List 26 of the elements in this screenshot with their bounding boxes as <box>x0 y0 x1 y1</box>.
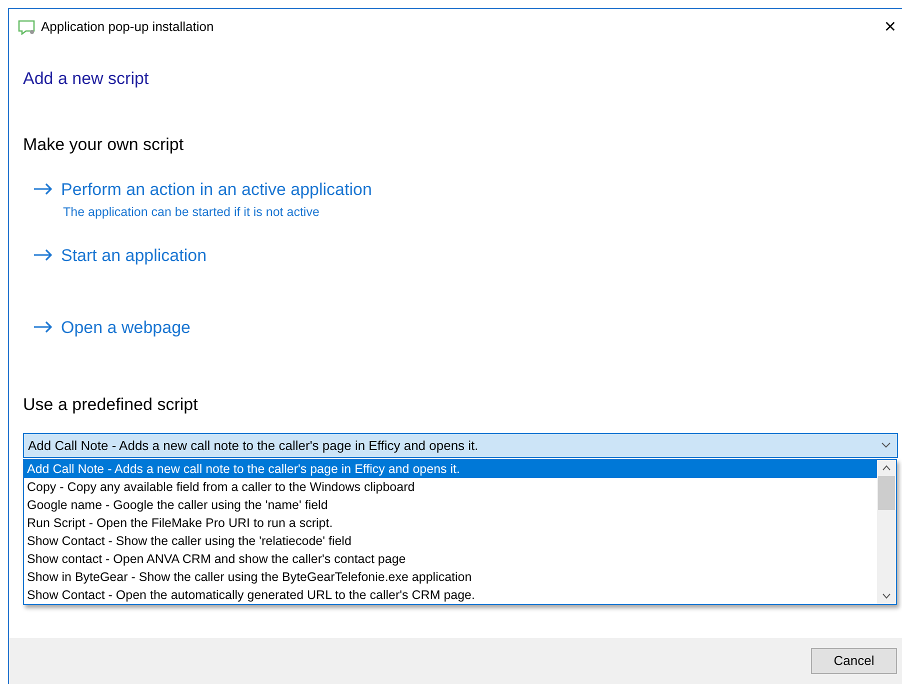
dropdown-option[interactable]: Show Contact - Show the caller using the 'relatiecode' field <box>24 532 877 550</box>
scroll-thumb[interactable] <box>878 476 895 510</box>
action-link[interactable]: Perform an action in an active application <box>33 177 372 202</box>
chat-bubble-icon <box>18 20 35 34</box>
script-dropdown[interactable]: Add Call Note - Adds a new call note to the caller's page in Efficy and opens it. <box>23 432 898 458</box>
arrow-right-icon <box>33 183 53 195</box>
dropdown-option[interactable]: Show Contact - Open the automatically generated URL to the caller's CRM page. <box>24 586 877 604</box>
dropdown-option[interactable]: Run Script - Open the FileMake Pro URI to run a script. <box>24 514 877 532</box>
arrow-right-icon <box>33 320 53 333</box>
close-button[interactable]: × <box>878 17 902 37</box>
window-title: Application pop-up installation <box>41 18 215 36</box>
action-link[interactable]: Open a webpage <box>33 314 190 340</box>
dropdown-option[interactable]: Show contact - Open ANVA CRM and show the caller's contact page <box>24 550 877 568</box>
scrollbar[interactable] <box>877 460 896 604</box>
chevron-down-icon <box>881 442 891 448</box>
dropdown-option[interactable]: Show in ByteGear - Show the caller using the ByteGearTelefonie.exe application <box>24 568 877 586</box>
section-title: Use a predefined script <box>23 394 199 416</box>
dropdown-option[interactable]: Copy - Copy any available field from a caller to the Windows clipboard <box>24 478 877 496</box>
action-note: The application can be started if it is not active <box>63 204 320 221</box>
dropdown-option[interactable]: Google name - Google the caller using the 'name' field <box>24 496 877 514</box>
cancel-button[interactable]: Cancel <box>811 648 897 674</box>
arrow-right-icon <box>33 249 53 262</box>
section-title: Make your own script <box>23 134 185 156</box>
dropdown-option[interactable]: Add Call Note - Adds a new call note to the caller's page in Efficy and opens it. <box>24 460 877 478</box>
action-link[interactable]: Start an application <box>33 243 207 269</box>
page-heading: Add a new script <box>23 68 150 90</box>
